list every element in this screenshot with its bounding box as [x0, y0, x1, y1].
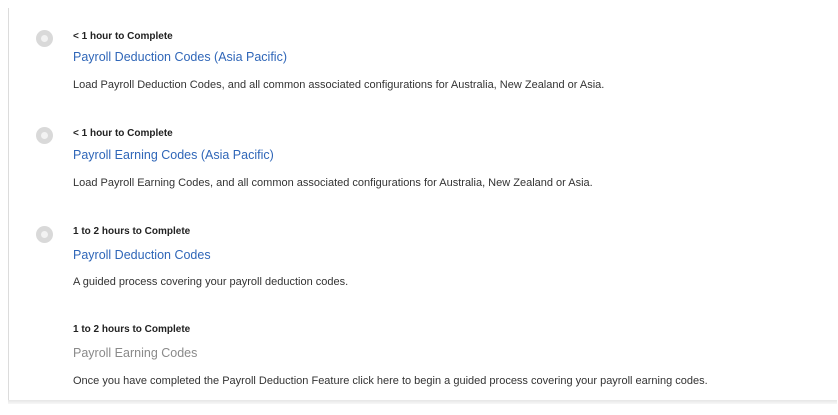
task-description: A guided process covering your payroll d…	[73, 276, 349, 288]
task-description: Load Payroll Earning Codes, and all comm…	[73, 177, 593, 189]
circle-status-icon	[36, 30, 53, 47]
panel-bottom-edge	[8, 400, 837, 404]
task-link-payroll-earning-codes-asia-pacific[interactable]: Payroll Earning Codes (Asia Pacific)	[73, 148, 274, 162]
task-duration: < 1 hour to Complete	[73, 31, 173, 42]
task-duration: < 1 hour to Complete	[73, 128, 173, 139]
task-link-payroll-earning-codes: Payroll Earning Codes	[73, 346, 198, 360]
task-duration: 1 to 2 hours to Complete	[73, 226, 191, 237]
task-description: Load Payroll Deduction Codes, and all co…	[73, 79, 605, 91]
circle-status-icon	[36, 127, 53, 144]
task-link-payroll-deduction-codes[interactable]: Payroll Deduction Codes	[73, 248, 211, 262]
task-description: Once you have completed the Payroll Dedu…	[73, 375, 708, 387]
task-list-panel: < 1 hour to Complete Payroll Deduction C…	[8, 8, 837, 401]
circle-status-icon	[36, 226, 53, 243]
task-link-payroll-deduction-codes-asia-pacific[interactable]: Payroll Deduction Codes (Asia Pacific)	[73, 50, 287, 64]
task-duration: 1 to 2 hours to Complete	[73, 324, 191, 335]
